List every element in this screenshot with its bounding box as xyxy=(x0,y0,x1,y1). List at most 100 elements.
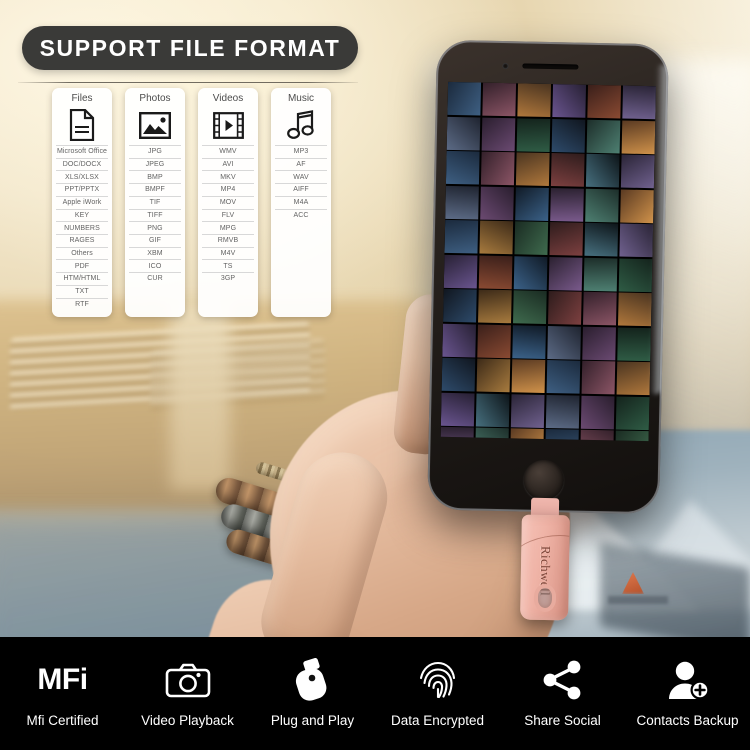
photo-thumbnail[interactable] xyxy=(551,118,586,153)
photo-thumbnail[interactable] xyxy=(620,154,655,189)
photo-thumbnail[interactable] xyxy=(586,84,622,119)
feature-data-encrypted[interactable]: Data Encrypted xyxy=(375,637,500,750)
photo-thumbnail[interactable] xyxy=(581,326,617,360)
format-item: FLV xyxy=(202,208,254,222)
format-item: XBM xyxy=(129,246,181,260)
format-item: M4A xyxy=(275,195,327,209)
photo-thumbnail[interactable] xyxy=(517,83,552,118)
format-item: TIF xyxy=(129,195,181,209)
photo-thumbnail[interactable] xyxy=(478,255,513,289)
photo-thumbnail[interactable] xyxy=(614,430,649,442)
format-item: MOV xyxy=(202,195,254,209)
feature-share-social[interactable]: Share Social xyxy=(500,637,625,750)
photo-thumbnail[interactable] xyxy=(550,153,585,187)
photo-thumbnail[interactable] xyxy=(510,393,545,428)
photo-thumbnail[interactable] xyxy=(544,428,579,442)
photo-thumbnail[interactable] xyxy=(512,324,547,359)
smartphone[interactable] xyxy=(427,39,669,515)
feature-label: Mfi Certified xyxy=(26,713,99,728)
photo-thumbnail[interactable] xyxy=(581,360,616,395)
format-card-files: Files Microsoft Office DOC/DOCX XLS/XLSX PPT… xyxy=(52,88,112,318)
photo-thumbnail[interactable] xyxy=(476,358,511,393)
photo-thumbnail[interactable] xyxy=(481,117,516,151)
photo-thumbnail[interactable] xyxy=(514,221,549,255)
photo-thumbnail[interactable] xyxy=(515,152,550,187)
photo-thumbnail[interactable] xyxy=(547,325,582,360)
feature-plug-and-play[interactable]: Plug and Play xyxy=(250,637,375,750)
photo-thumbnail[interactable] xyxy=(621,120,656,154)
photo-thumbnail[interactable] xyxy=(621,85,657,120)
photo-thumbnail[interactable] xyxy=(475,393,510,427)
photo-thumbnail[interactable] xyxy=(546,359,581,394)
format-item: RMVB xyxy=(202,234,254,247)
photo-thumbnail[interactable] xyxy=(586,119,621,153)
photo-thumbnail[interactable] xyxy=(480,186,515,220)
photo-thumbnail[interactable] xyxy=(580,395,615,429)
photo-thumbnail[interactable] xyxy=(441,357,476,392)
film-icon xyxy=(212,108,244,142)
photo-thumbnail[interactable] xyxy=(477,324,512,358)
camera-icon xyxy=(165,659,211,701)
photo-thumbnail[interactable] xyxy=(549,222,584,256)
photo-thumbnail[interactable] xyxy=(513,255,548,290)
photo-thumbnail[interactable] xyxy=(619,223,654,258)
photo-thumbnail[interactable] xyxy=(515,186,550,221)
photo-thumbnail[interactable] xyxy=(482,82,517,117)
photo-thumbnail[interactable] xyxy=(582,291,617,326)
photo-thumbnail[interactable] xyxy=(616,361,651,396)
photo-gallery-grid[interactable] xyxy=(440,81,657,442)
format-item: MKV xyxy=(202,170,254,183)
photo-thumbnail[interactable] xyxy=(545,394,580,429)
photo-thumbnail[interactable] xyxy=(618,257,653,292)
format-item: DOC/DOCX xyxy=(56,157,108,171)
photo-thumbnail[interactable] xyxy=(442,323,477,358)
photo-thumbnail[interactable] xyxy=(511,359,546,393)
photo-thumbnail[interactable] xyxy=(444,219,479,254)
format-item: AVI xyxy=(202,157,254,171)
photo-thumbnail[interactable] xyxy=(584,188,619,222)
format-item: WMV xyxy=(202,145,254,158)
mfi-logo-icon: MFi xyxy=(37,659,88,701)
photo-thumbnail[interactable] xyxy=(443,288,478,323)
photo-thumbnail[interactable] xyxy=(445,185,480,220)
feature-video-playback[interactable]: Video Playback xyxy=(125,637,250,750)
photo-thumbnail[interactable] xyxy=(509,428,545,442)
photo-thumbnail[interactable] xyxy=(443,254,478,289)
photo-thumbnail[interactable] xyxy=(479,220,514,255)
format-item: RTF xyxy=(56,297,108,311)
photo-thumbnail[interactable] xyxy=(619,188,654,223)
photo-thumbnail[interactable] xyxy=(547,291,582,325)
add-contact-icon xyxy=(666,659,710,701)
photo-thumbnail[interactable] xyxy=(617,292,652,327)
feature-mfi-certified[interactable]: MFi Mfi Certified xyxy=(0,637,125,750)
photo-thumbnail[interactable] xyxy=(583,257,618,291)
photo-thumbnail[interactable] xyxy=(446,116,481,151)
photo-thumbnail[interactable] xyxy=(616,326,651,361)
format-item: Others xyxy=(56,246,108,260)
home-button[interactable] xyxy=(523,459,565,501)
photo-thumbnail[interactable] xyxy=(480,151,515,186)
photo-thumbnail[interactable] xyxy=(440,392,475,426)
fingerprint-icon xyxy=(418,659,458,701)
photo-thumbnail[interactable] xyxy=(440,426,475,442)
photo-thumbnail[interactable] xyxy=(579,429,614,442)
format-card-photos: Photos JPG JPEG BMP BMPF TIF TIFF PNG GIF XBM ICO C… xyxy=(125,88,185,318)
photo-thumbnail[interactable] xyxy=(584,222,619,257)
photo-thumbnail[interactable] xyxy=(447,81,482,116)
format-card-music: Music MP3 AF WAV AIFF M4A ACC xyxy=(271,88,331,318)
feature-label: Share Social xyxy=(524,713,601,728)
photo-thumbnail[interactable] xyxy=(552,84,587,118)
photo-thumbnail[interactable] xyxy=(445,150,481,185)
photo-thumbnail[interactable] xyxy=(512,290,547,324)
photo-thumbnail[interactable] xyxy=(475,427,510,442)
feature-contacts-backup[interactable]: Contacts Backup xyxy=(625,637,750,750)
image-icon xyxy=(139,108,171,142)
photo-thumbnail[interactable] xyxy=(549,187,585,222)
photo-thumbnail[interactable] xyxy=(516,117,551,152)
photo-thumbnail[interactable] xyxy=(548,256,583,291)
format-item: TS xyxy=(202,259,254,272)
photo-thumbnail[interactable] xyxy=(615,395,650,430)
photo-thumbnail[interactable] xyxy=(477,289,513,324)
feature-bar: MFi Mfi Certified Video Playback Plug and P… xyxy=(0,637,750,750)
photo-thumbnail[interactable] xyxy=(585,153,620,188)
